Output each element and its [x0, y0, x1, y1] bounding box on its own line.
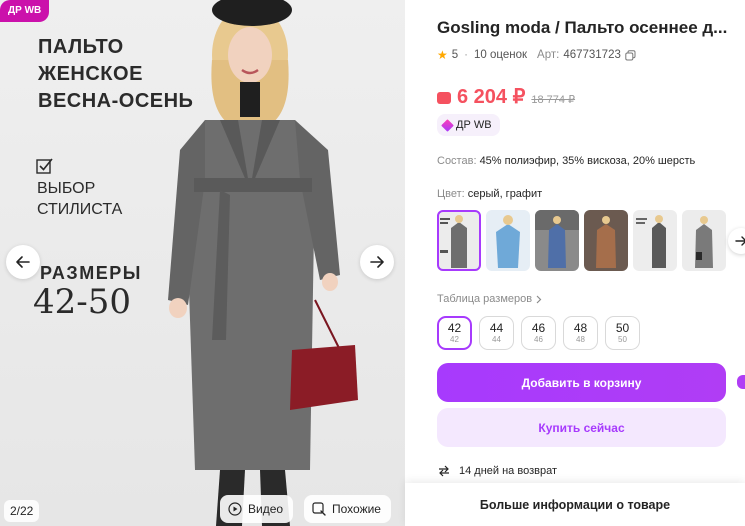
size-selector: 42 42 44 44 46 46 48 48 50 50	[437, 316, 640, 350]
size-option[interactable]: 46 46	[521, 316, 556, 350]
gallery-counter: 2/22	[4, 500, 40, 522]
diamond-icon	[441, 118, 454, 132]
dr-wb-label: ДР WB	[456, 119, 492, 131]
promo-stylist: ВЫБОР СТИЛИСТА	[37, 180, 123, 218]
color-variant-thumb[interactable]	[437, 210, 481, 271]
gallery-next-button[interactable]	[360, 245, 394, 279]
product-page: ДР WB ПАЛЬТО ЖЕНСКОЕ ВЕСНА-ОСЕНЬ ВЫБОР С…	[0, 0, 745, 526]
copy-icon[interactable]	[625, 49, 636, 61]
composition: Состав: 45% полиэфир, 35% вискоза, 20% ш…	[437, 155, 695, 167]
product-meta: ★ 5 · 10 оценок Арт: 467731723	[437, 48, 636, 62]
color-variant-thumb[interactable]	[535, 210, 579, 271]
meta-separator: ·	[464, 49, 469, 61]
return-icon	[439, 465, 449, 477]
color-variant-thumb[interactable]	[633, 210, 677, 271]
color-variants-next-button[interactable]	[728, 228, 745, 254]
wallet-icon	[437, 92, 451, 104]
old-price: 18 774 ₽	[531, 94, 576, 106]
heart-icon[interactable]	[737, 375, 745, 389]
search-icon	[312, 502, 326, 516]
size-main: 44	[489, 320, 504, 335]
size-main: 48	[573, 320, 588, 335]
article-number: 467731723	[563, 49, 621, 61]
product-gallery[interactable]: ДР WB ПАЛЬТО ЖЕНСКОЕ ВЕСНА-ОСЕНЬ ВЫБОР С…	[0, 0, 405, 526]
price-row: 6 204 ₽ 18 774 ₽	[437, 84, 575, 109]
promo-sizes-value: 42-50	[33, 282, 132, 322]
size-table-link[interactable]: Таблица размеров	[437, 293, 542, 305]
composition-value: 45% полиэфир, 35% вискоза, 20% шерсть	[479, 155, 696, 167]
star-icon: ★	[437, 48, 448, 62]
color-variant-thumb[interactable]	[682, 210, 726, 271]
size-option[interactable]: 44 44	[479, 316, 514, 350]
product-title: Gosling moda / Пальто осеннее д...	[437, 18, 728, 37]
reviews-link[interactable]: 10 оценок	[474, 49, 527, 61]
add-to-cart-button[interactable]: Добавить в корзину	[437, 363, 726, 402]
arrow-left-icon	[16, 256, 30, 268]
size-sub: 42	[450, 334, 459, 344]
dr-wb-badge[interactable]: ДР WB	[437, 114, 500, 136]
color-info: Цвет: серый, графит	[437, 188, 542, 200]
color-variant-thumb[interactable]	[486, 210, 530, 271]
size-option[interactable]: 50 50	[605, 316, 640, 350]
check-box-icon	[36, 158, 53, 174]
arrow-right-icon	[370, 256, 384, 268]
gallery-prev-button[interactable]	[6, 245, 40, 279]
color-variant-thumb[interactable]	[584, 210, 628, 271]
current-price: 6 204 ₽	[457, 86, 526, 108]
size-table-label: Таблица размеров	[437, 293, 533, 305]
color-value: серый, графит	[467, 188, 543, 200]
play-icon	[228, 502, 242, 516]
product-details: Gosling moda / Пальто осеннее д... ★ 5 ·…	[405, 0, 745, 526]
size-sub: 48	[576, 334, 585, 344]
buy-now-button[interactable]: Купить сейчас	[437, 408, 726, 447]
color-label: Цвет:	[437, 188, 465, 200]
arrow-right-icon	[735, 236, 745, 246]
size-option[interactable]: 48 48	[563, 316, 598, 350]
size-sub: 50	[618, 334, 627, 344]
chevron-right-icon	[536, 295, 542, 303]
size-main: 46	[531, 320, 546, 335]
size-option[interactable]: 42 42	[437, 316, 472, 350]
rating-value: 5	[451, 49, 459, 61]
size-sub: 46	[534, 334, 543, 344]
promo-sizes-label: РАЗМЕРЫ	[40, 263, 142, 283]
promo-badge: ДР WB	[0, 0, 50, 22]
similar-label: Похожие	[332, 502, 381, 516]
size-main: 42	[447, 320, 462, 335]
model-illustration	[168, 0, 358, 526]
size-sub: 44	[492, 334, 501, 344]
color-variants	[437, 210, 726, 271]
composition-label: Состав:	[437, 155, 477, 167]
article-label: Арт:	[537, 49, 560, 61]
size-main: 50	[615, 320, 630, 335]
returns-info: 14 дней на возврат	[437, 465, 557, 477]
video-button[interactable]: Видео	[220, 495, 294, 523]
more-info-button[interactable]: Больше информации о товаре	[405, 483, 745, 526]
similar-button[interactable]: Похожие	[304, 495, 391, 523]
returns-label: 14 дней на возврат	[459, 465, 557, 477]
video-label: Видео	[248, 502, 284, 516]
